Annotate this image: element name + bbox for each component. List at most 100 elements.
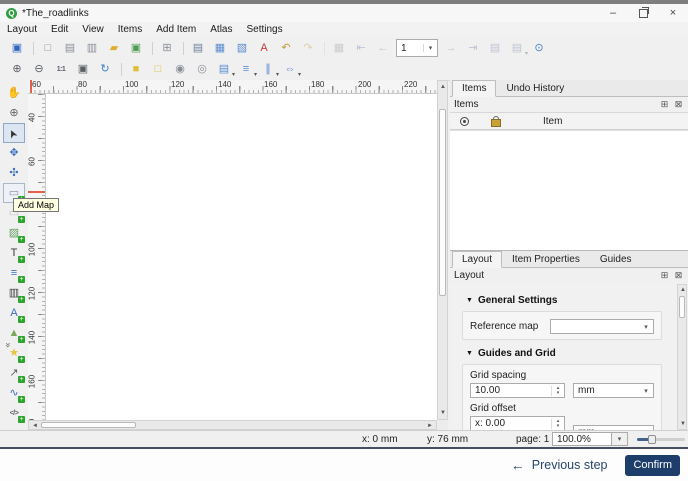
new-layout-icon[interactable]: □: [33, 39, 59, 58]
layout-page-canvas[interactable]: [46, 94, 437, 420]
scroll-up-icon[interactable]: ▲: [680, 287, 686, 293]
save-project-icon[interactable]: ▣: [6, 39, 28, 58]
items-panel-titlebar[interactable]: Items ⊞ ⊠: [450, 97, 688, 112]
guides-grid-section[interactable]: ▼ Guides and Grid: [466, 348, 688, 359]
tab-layout[interactable]: Layout: [452, 251, 503, 268]
edit-nodes-item-icon[interactable]: ✣: [3, 163, 25, 183]
export-atlas-icon[interactable]: ▤: [506, 39, 528, 58]
add-legend-icon[interactable]: ≡: [3, 263, 25, 283]
zoom-combo-caret-icon[interactable]: [611, 432, 628, 446]
menu-layout[interactable]: Layout: [0, 23, 44, 36]
menu-atlas[interactable]: Atlas: [203, 23, 239, 36]
add-arrow-icon[interactable]: ↗: [3, 363, 25, 383]
layout-panel-titlebar[interactable]: Layout ⊞ ⊠: [450, 268, 688, 283]
atlas-last-feature-icon[interactable]: ⇥: [462, 39, 484, 58]
menu-settings[interactable]: Settings: [239, 23, 289, 36]
duplicate-layout-icon[interactable]: ▤: [59, 39, 81, 58]
print-layout-icon[interactable]: ▤: [183, 39, 209, 58]
select-move-item-icon[interactable]: ➤: [3, 123, 25, 143]
add-label-icon[interactable]: T: [3, 243, 25, 263]
menu-edit[interactable]: Edit: [44, 23, 75, 36]
unlock-all-items-icon[interactable]: □: [147, 60, 169, 79]
scroll-down-icon[interactable]: ▼: [440, 410, 446, 416]
zoom-full-extent-icon[interactable]: ▣: [72, 60, 94, 79]
canvas-horizontal-scrollbar[interactable]: ◄ ►: [28, 420, 437, 430]
add-picture-icon[interactable]: ▨: [3, 223, 25, 243]
zoom-slider[interactable]: [637, 435, 685, 444]
grid-spacing-unit-combo[interactable]: mm: [573, 383, 654, 398]
export-image-icon[interactable]: ▦: [209, 39, 231, 58]
load-template-icon[interactable]: ▰: [103, 39, 125, 58]
save-template-icon[interactable]: ▣: [125, 39, 147, 58]
scroll-right-icon[interactable]: ►: [427, 423, 433, 429]
scroll-down-icon[interactable]: ▼: [680, 421, 686, 427]
move-item-content-icon[interactable]: ✥: [3, 143, 25, 163]
lock-selected-items-icon[interactable]: ■: [121, 60, 147, 79]
spinner-arrows-icon[interactable]: [551, 385, 564, 396]
title-bar[interactable]: Q *The_roadlinks – ×: [0, 4, 688, 22]
atlas-next-feature-icon[interactable]: →: [440, 39, 462, 58]
tab-items[interactable]: Items: [452, 80, 497, 97]
raise-selected-items-icon[interactable]: ▤: [213, 60, 235, 79]
atlas-page-combo[interactable]: 1: [396, 39, 438, 57]
previous-step-link[interactable]: ← Previous step: [511, 457, 608, 473]
panel-vertical-scrollbar[interactable]: ▲ ▼: [677, 284, 687, 430]
zoom-slider-handle[interactable]: [648, 435, 656, 444]
combo-caret-icon[interactable]: [423, 44, 437, 52]
tab-item-properties[interactable]: Item Properties: [502, 251, 590, 268]
close-panel-icon[interactable]: ⊠: [673, 99, 684, 110]
canvas-vertical-scrollbar[interactable]: ▲ ▼: [437, 80, 448, 420]
scroll-up-icon[interactable]: ▲: [440, 84, 446, 90]
menu-items[interactable]: Items: [111, 23, 149, 36]
distribute-items-icon[interactable]: ∥: [257, 60, 279, 79]
preview-atlas-icon[interactable]: ⊙: [528, 39, 550, 58]
add-north-arrow-icon[interactable]: A: [3, 303, 25, 323]
zoom-out-icon[interactable]: ⊖: [28, 60, 50, 79]
atlas-settings-icon[interactable]: ▦: [324, 39, 350, 58]
align-selected-items-icon[interactable]: ≡: [235, 60, 257, 79]
undo-icon[interactable]: ↶: [275, 39, 297, 58]
zoom-actual-size-icon[interactable]: 1:1: [50, 60, 72, 79]
grid-offset-x-input[interactable]: x: 0.00: [470, 416, 565, 430]
export-pdf-icon[interactable]: A: [253, 39, 275, 58]
atlas-previous-feature-icon[interactable]: ←: [372, 39, 394, 58]
reference-map-combo[interactable]: [550, 319, 654, 334]
undock-panel-icon[interactable]: ⊞: [659, 99, 670, 110]
general-settings-section[interactable]: ▼ General Settings: [466, 295, 688, 306]
tab-undo-history[interactable]: Undo History: [496, 80, 574, 97]
menu-add-item[interactable]: Add Item: [149, 23, 203, 36]
group-items-icon[interactable]: ◉: [169, 60, 191, 79]
pan-layout-icon[interactable]: ✋: [3, 83, 25, 103]
items-list[interactable]: [450, 130, 688, 250]
close-panel-icon[interactable]: ⊠: [673, 270, 684, 281]
close-button[interactable]: ×: [658, 4, 688, 22]
scroll-left-icon[interactable]: ◄: [32, 423, 38, 429]
grid-spacing-input[interactable]: 10.00: [470, 383, 565, 398]
minimize-button[interactable]: –: [598, 4, 628, 22]
print-atlas-icon[interactable]: ▤: [484, 39, 506, 58]
ungroup-items-icon[interactable]: ◎: [191, 60, 213, 79]
add-shape-icon[interactable]: ▲: [3, 323, 25, 343]
add-pages-icon[interactable]: ⊞: [152, 39, 178, 58]
export-svg-icon[interactable]: ▧: [231, 39, 253, 58]
scrollbar-thumb[interactable]: [679, 296, 685, 318]
zoom-tool-icon[interactable]: ⊕: [3, 103, 25, 123]
spinner-arrows-icon[interactable]: [551, 418, 564, 429]
zoom-level-input[interactable]: 100.0%: [552, 432, 612, 446]
menu-view[interactable]: View: [75, 23, 111, 36]
scrollbar-thumb[interactable]: [439, 109, 446, 296]
atlas-first-feature-icon[interactable]: ⇤: [350, 39, 372, 58]
zoom-in-icon[interactable]: ⊕: [6, 60, 28, 79]
tab-guides[interactable]: Guides: [590, 251, 642, 268]
layout-manager-icon[interactable]: ▥: [81, 39, 103, 58]
resize-items-icon[interactable]: ⇔: [279, 60, 302, 79]
add-node-item-icon[interactable]: ∿: [3, 383, 25, 403]
restore-button[interactable]: [628, 4, 658, 22]
toolbar-overflow-icon[interactable]: »: [4, 342, 14, 347]
refresh-view-icon[interactable]: ↻: [94, 60, 116, 79]
add-scalebar-icon[interactable]: ▥: [3, 283, 25, 303]
redo-icon[interactable]: ↷: [297, 39, 319, 58]
scrollbar-thumb[interactable]: [41, 422, 136, 428]
confirm-button[interactable]: Confirm: [625, 454, 680, 476]
add-html-icon[interactable]: </>: [3, 403, 25, 423]
